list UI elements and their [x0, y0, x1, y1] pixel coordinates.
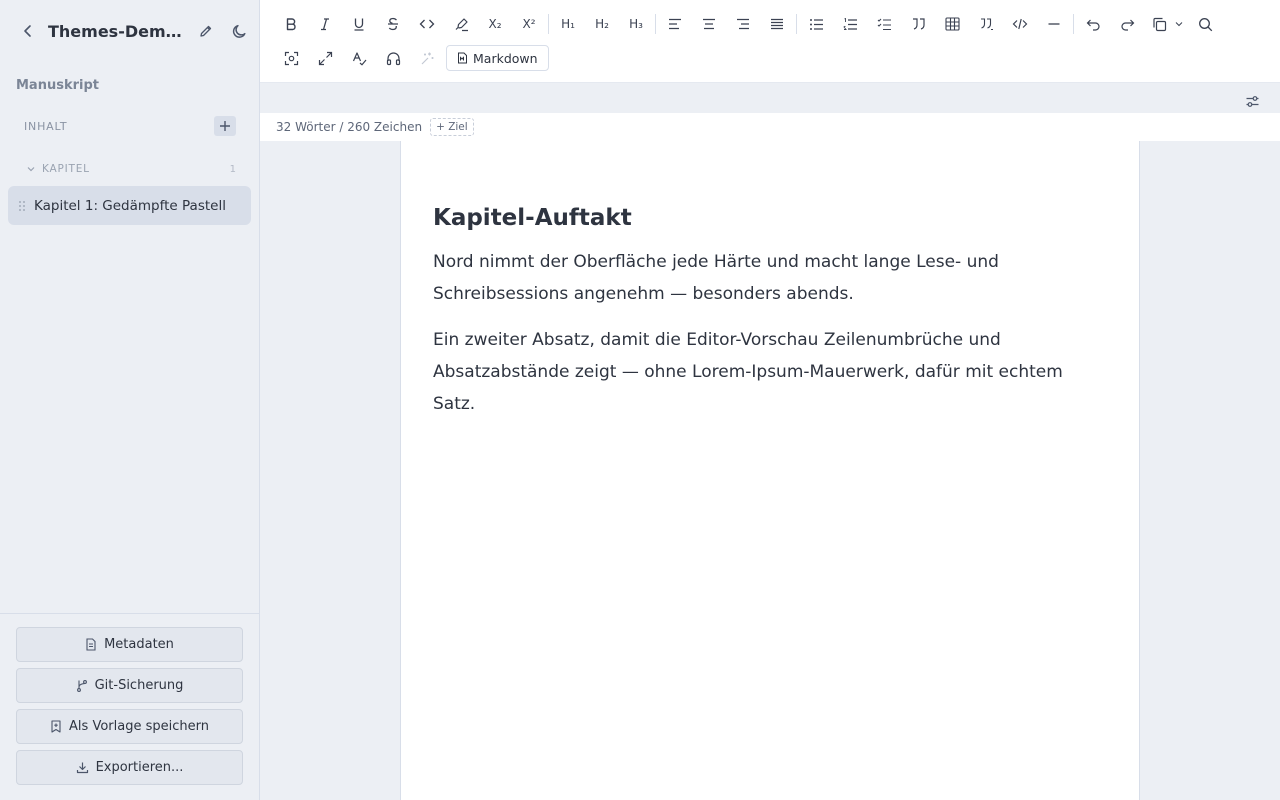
numbered-list-icon[interactable] — [833, 9, 867, 39]
project-title: Themes-Demo: Gedämpfte Pastelltöne — [48, 21, 184, 41]
editor-page[interactable]: Kapitel-Auftakt Nord nimmt der Oberfläch… — [400, 141, 1140, 800]
highlighter-icon[interactable] — [444, 9, 478, 39]
heading-3-icon[interactable]: H₃ — [619, 9, 653, 39]
toolbar-divider — [548, 14, 549, 34]
fullscreen-icon[interactable] — [308, 43, 342, 73]
status-bar: 32 Wörter / 260 Zeichen + Ziel — [260, 113, 1280, 141]
moon-icon[interactable] — [227, 19, 251, 43]
document-paragraph[interactable]: Nord nimmt der Oberfläche jede Härte und… — [433, 246, 1107, 310]
toolbar-row-formatting: X₂ X² H₁ H₂ H₃ — [274, 7, 1222, 41]
add-goal-button[interactable]: + Ziel — [430, 118, 474, 136]
toolbar-divider — [1073, 14, 1074, 34]
contents-label: INHALT — [24, 119, 68, 133]
task-list-icon[interactable] — [867, 9, 901, 39]
sidebar: Themes-Demo: Gedämpfte Pastelltöne Manus… — [0, 0, 260, 800]
markdown-file-icon — [457, 52, 468, 64]
toolbar-row-view: Markdown — [274, 41, 549, 75]
strikethrough-icon[interactable] — [376, 9, 410, 39]
markdown-button[interactable]: Markdown — [446, 45, 549, 71]
blockquote-icon[interactable] — [901, 9, 935, 39]
export-button-label: Exportieren... — [95, 760, 184, 775]
chapter-group-label: KAPITEL — [42, 163, 90, 175]
table-icon[interactable] — [935, 9, 969, 39]
pencil-icon[interactable] — [194, 19, 218, 43]
subscript-icon[interactable]: X₂ — [478, 9, 512, 39]
align-justify-icon[interactable] — [760, 9, 794, 39]
toolbar-divider — [796, 14, 797, 34]
sidebar-header: Themes-Demo: Gedämpfte Pastelltöne — [0, 0, 259, 62]
underline-icon[interactable] — [342, 9, 376, 39]
heading-2-icon[interactable]: H₂ — [585, 9, 619, 39]
sidebar-actions: Metadaten Git-Sicherung Als Vorlage spei… — [0, 613, 259, 800]
chapter-group-toggle[interactable]: KAPITEL 1 — [26, 160, 238, 178]
back-icon[interactable] — [16, 19, 40, 43]
footnote-icon[interactable] — [969, 9, 1003, 39]
sliders-icon[interactable] — [1240, 89, 1264, 113]
download-icon — [76, 761, 89, 774]
code-block-icon[interactable] — [1003, 9, 1037, 39]
focus-mode-icon[interactable] — [274, 43, 308, 73]
italic-icon[interactable] — [308, 9, 342, 39]
metadata-button[interactable]: Metadaten — [16, 627, 243, 662]
spellcheck-icon[interactable] — [342, 43, 376, 73]
undo-icon[interactable] — [1076, 9, 1110, 39]
chevron-down-icon — [1175, 22, 1183, 27]
ai-sparkle-icon[interactable] — [410, 43, 444, 73]
git-backup-button[interactable]: Git-Sicherung — [16, 668, 243, 703]
chapter-item-label: Kapitel 1: Gedämpfte Pastell — [34, 197, 226, 214]
drag-handle-icon[interactable] — [18, 200, 26, 212]
word-count: 32 Wörter / 260 Zeichen — [276, 120, 423, 134]
git-branch-icon — [76, 679, 88, 692]
git-backup-button-label: Git-Sicherung — [94, 678, 184, 693]
save-template-button-label: Als Vorlage speichern — [69, 719, 209, 734]
chevron-down-icon — [26, 164, 36, 174]
metadata-button-label: Metadaten — [104, 637, 174, 652]
align-left-icon[interactable] — [658, 9, 692, 39]
contents-row: INHALT — [24, 116, 236, 136]
markdown-button-label: Markdown — [473, 50, 538, 66]
editor-toolbar: X₂ X² H₁ H₂ H₃ Markdown — [260, 0, 1280, 83]
search-icon[interactable] — [1188, 9, 1222, 39]
superscript-icon[interactable]: X² — [512, 9, 546, 39]
editor-subbar — [260, 83, 1280, 113]
document-heading[interactable]: Kapitel-Auftakt — [433, 203, 1107, 233]
inline-code-icon[interactable] — [410, 9, 444, 39]
headphones-icon[interactable] — [376, 43, 410, 73]
bookmark-icon — [50, 720, 62, 733]
toolbar-divider — [655, 14, 656, 34]
manuscript-heading: Manuskript — [16, 78, 99, 93]
document-icon — [85, 638, 97, 651]
align-center-icon[interactable] — [692, 9, 726, 39]
chapter-count: 1 — [229, 163, 236, 175]
horizontal-rule-icon[interactable] — [1037, 9, 1071, 39]
redo-icon[interactable] — [1110, 9, 1144, 39]
heading-1-icon[interactable]: H₁ — [551, 9, 585, 39]
export-button[interactable]: Exportieren... — [16, 750, 243, 785]
add-chapter-button[interactable] — [214, 116, 236, 136]
bold-icon[interactable] — [274, 9, 308, 39]
save-template-button[interactable]: Als Vorlage speichern — [16, 709, 243, 744]
copy-icon[interactable] — [1144, 9, 1188, 39]
chapter-item[interactable]: Kapitel 1: Gedämpfte Pastell — [8, 186, 251, 225]
align-right-icon[interactable] — [726, 9, 760, 39]
bullet-list-icon[interactable] — [799, 9, 833, 39]
document-paragraph[interactable]: Ein zweiter Absatz, damit die Editor-Vor… — [433, 324, 1107, 420]
